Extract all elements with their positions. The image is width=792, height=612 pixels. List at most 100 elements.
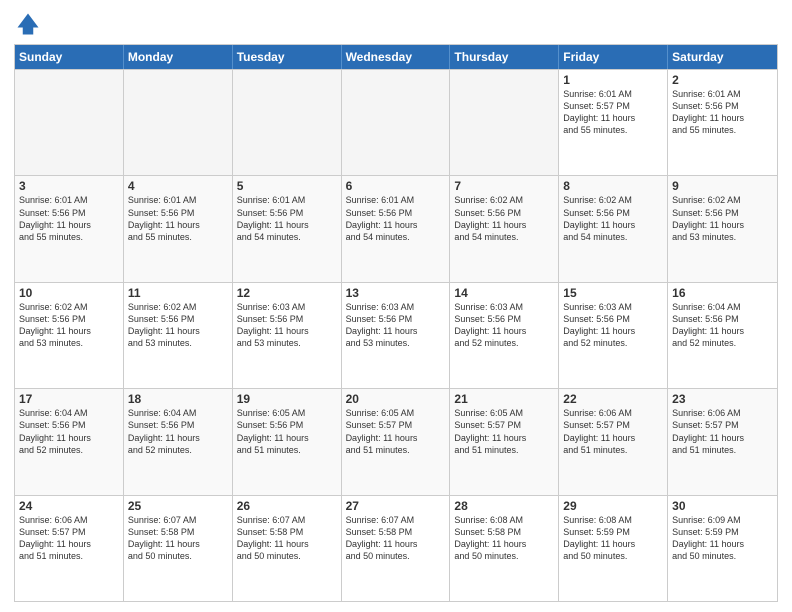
day-number: 26	[237, 499, 337, 513]
day-info: Sunrise: 6:01 AM Sunset: 5:56 PM Dayligh…	[237, 194, 337, 243]
cal-cell-r3-c2: 11Sunrise: 6:02 AM Sunset: 5:56 PM Dayli…	[124, 283, 233, 388]
cal-row-1: 1Sunrise: 6:01 AM Sunset: 5:57 PM Daylig…	[15, 69, 777, 175]
day-number: 19	[237, 392, 337, 406]
day-info: Sunrise: 6:01 AM Sunset: 5:56 PM Dayligh…	[672, 88, 773, 137]
day-info: Sunrise: 6:04 AM Sunset: 5:56 PM Dayligh…	[128, 407, 228, 456]
cal-cell-r5-c4: 27Sunrise: 6:07 AM Sunset: 5:58 PM Dayli…	[342, 496, 451, 601]
day-info: Sunrise: 6:07 AM Sunset: 5:58 PM Dayligh…	[237, 514, 337, 563]
day-number: 24	[19, 499, 119, 513]
cal-cell-r5-c6: 29Sunrise: 6:08 AM Sunset: 5:59 PM Dayli…	[559, 496, 668, 601]
day-number: 1	[563, 73, 663, 87]
cal-cell-r1-c5	[450, 70, 559, 175]
day-number: 7	[454, 179, 554, 193]
cal-cell-r4-c6: 22Sunrise: 6:06 AM Sunset: 5:57 PM Dayli…	[559, 389, 668, 494]
day-info: Sunrise: 6:01 AM Sunset: 5:56 PM Dayligh…	[346, 194, 446, 243]
cal-cell-r4-c3: 19Sunrise: 6:05 AM Sunset: 5:56 PM Dayli…	[233, 389, 342, 494]
cal-header-thursday: Thursday	[450, 45, 559, 69]
day-number: 29	[563, 499, 663, 513]
day-info: Sunrise: 6:01 AM Sunset: 5:57 PM Dayligh…	[563, 88, 663, 137]
day-number: 23	[672, 392, 773, 406]
cal-cell-r3-c5: 14Sunrise: 6:03 AM Sunset: 5:56 PM Dayli…	[450, 283, 559, 388]
day-info: Sunrise: 6:02 AM Sunset: 5:56 PM Dayligh…	[454, 194, 554, 243]
day-number: 27	[346, 499, 446, 513]
cal-cell-r2-c4: 6Sunrise: 6:01 AM Sunset: 5:56 PM Daylig…	[342, 176, 451, 281]
cal-row-3: 10 Sunrise: 6:02 AM Sunset: 5:56 PM Dayli…	[15, 282, 777, 388]
day-info: Sunrise: 6:03 AM Sunset: 5:56 PM Dayligh…	[237, 301, 337, 350]
cal-header-friday: Friday	[559, 45, 668, 69]
day-number: 11	[128, 286, 228, 300]
day-info: Sunrise: 6:02 AM Sunset: 5:56 PM Dayligh…	[128, 301, 228, 350]
day-number: 4	[128, 179, 228, 193]
day-number: 21	[454, 392, 554, 406]
cal-cell-r3-c1: 10Sunrise: 6:02 AM Sunset: 5:56 PM Dayli…	[15, 283, 124, 388]
cal-cell-r5-c7: 30Sunrise: 6:09 AM Sunset: 5:59 PM Dayli…	[668, 496, 777, 601]
day-number: 10	[19, 286, 119, 300]
day-number: 16	[672, 286, 773, 300]
day-number: 17	[19, 392, 119, 406]
day-info: Sunrise: 6:01 AM Sunset: 5:56 PM Dayligh…	[19, 194, 119, 243]
day-number: 28	[454, 499, 554, 513]
calendar: SundayMondayTuesdayWednesdayThursdayFrid…	[14, 44, 778, 602]
cal-cell-r1-c4	[342, 70, 451, 175]
cal-cell-r2-c2: 4Sunrise: 6:01 AM Sunset: 5:56 PM Daylig…	[124, 176, 233, 281]
cal-header-monday: Monday	[124, 45, 233, 69]
cal-cell-r4-c2: 18Sunrise: 6:04 AM Sunset: 5:56 PM Dayli…	[124, 389, 233, 494]
day-info: Sunrise: 6:05 AM Sunset: 5:57 PM Dayligh…	[454, 407, 554, 456]
cal-cell-r5-c2: 25Sunrise: 6:07 AM Sunset: 5:58 PM Dayli…	[124, 496, 233, 601]
day-info: Sunrise: 6:08 AM Sunset: 5:59 PM Dayligh…	[563, 514, 663, 563]
cal-cell-r3-c6: 15Sunrise: 6:03 AM Sunset: 5:56 PM Dayli…	[559, 283, 668, 388]
cal-cell-r3-c7: 16Sunrise: 6:04 AM Sunset: 5:56 PM Dayli…	[668, 283, 777, 388]
day-number: 12	[237, 286, 337, 300]
day-info: Sunrise: 6:06 AM Sunset: 5:57 PM Dayligh…	[672, 407, 773, 456]
day-number: 5	[237, 179, 337, 193]
day-info: Sunrise: 6:07 AM Sunset: 5:58 PM Dayligh…	[128, 514, 228, 563]
cal-header-wednesday: Wednesday	[342, 45, 451, 69]
cal-cell-r5-c1: 24Sunrise: 6:06 AM Sunset: 5:57 PM Dayli…	[15, 496, 124, 601]
page: SundayMondayTuesdayWednesdayThursdayFrid…	[0, 0, 792, 612]
day-info: Sunrise: 6:02 AM Sunset: 5:56 PM Dayligh…	[563, 194, 663, 243]
day-number: 9	[672, 179, 773, 193]
day-info: Sunrise: 6:09 AM Sunset: 5:59 PM Dayligh…	[672, 514, 773, 563]
day-number: 13	[346, 286, 446, 300]
day-info: Sunrise: 6:06 AM Sunset: 5:57 PM Dayligh…	[563, 407, 663, 456]
day-number: 22	[563, 392, 663, 406]
cal-cell-r1-c3	[233, 70, 342, 175]
day-info: Sunrise: 6:05 AM Sunset: 5:56 PM Dayligh…	[237, 407, 337, 456]
calendar-header-row: SundayMondayTuesdayWednesdayThursdayFrid…	[15, 45, 777, 69]
day-info: Sunrise: 6:01 AM Sunset: 5:56 PM Dayligh…	[128, 194, 228, 243]
day-info: Sunrise: 6:08 AM Sunset: 5:58 PM Dayligh…	[454, 514, 554, 563]
cal-cell-r1-c1	[15, 70, 124, 175]
cal-cell-r4-c4: 20Sunrise: 6:05 AM Sunset: 5:57 PM Dayli…	[342, 389, 451, 494]
day-number: 2	[672, 73, 773, 87]
day-info: Sunrise: 6:04 AM Sunset: 5:56 PM Dayligh…	[672, 301, 773, 350]
day-info: Sunrise: 6:04 AM Sunset: 5:56 PM Dayligh…	[19, 407, 119, 456]
day-number: 30	[672, 499, 773, 513]
cal-header-tuesday: Tuesday	[233, 45, 342, 69]
cal-row-2: 3Sunrise: 6:01 AM Sunset: 5:56 PM Daylig…	[15, 175, 777, 281]
day-number: 3	[19, 179, 119, 193]
day-info: Sunrise: 6:03 AM Sunset: 5:56 PM Dayligh…	[563, 301, 663, 350]
cal-row-5: 24Sunrise: 6:06 AM Sunset: 5:57 PM Dayli…	[15, 495, 777, 601]
cal-cell-r4-c5: 21Sunrise: 6:05 AM Sunset: 5:57 PM Dayli…	[450, 389, 559, 494]
cal-cell-r3-c3: 12Sunrise: 6:03 AM Sunset: 5:56 PM Dayli…	[233, 283, 342, 388]
day-info: Sunrise: 6:07 AM Sunset: 5:58 PM Dayligh…	[346, 514, 446, 563]
cal-cell-r3-c4: 13Sunrise: 6:03 AM Sunset: 5:56 PM Dayli…	[342, 283, 451, 388]
cal-header-sunday: Sunday	[15, 45, 124, 69]
cal-cell-r2-c1: 3Sunrise: 6:01 AM Sunset: 5:56 PM Daylig…	[15, 176, 124, 281]
cal-cell-r2-c6: 8Sunrise: 6:02 AM Sunset: 5:56 PM Daylig…	[559, 176, 668, 281]
day-info: Sunrise: 6:03 AM Sunset: 5:56 PM Dayligh…	[454, 301, 554, 350]
cal-cell-r2-c7: 9Sunrise: 6:02 AM Sunset: 5:56 PM Daylig…	[668, 176, 777, 281]
cal-cell-r2-c5: 7Sunrise: 6:02 AM Sunset: 5:56 PM Daylig…	[450, 176, 559, 281]
logo	[14, 10, 46, 38]
cal-cell-r5-c5: 28Sunrise: 6:08 AM Sunset: 5:58 PM Dayli…	[450, 496, 559, 601]
cal-cell-r2-c3: 5Sunrise: 6:01 AM Sunset: 5:56 PM Daylig…	[233, 176, 342, 281]
calendar-body: 1Sunrise: 6:01 AM Sunset: 5:57 PM Daylig…	[15, 69, 777, 601]
day-number: 6	[346, 179, 446, 193]
day-number: 8	[563, 179, 663, 193]
cal-row-4: 17Sunrise: 6:04 AM Sunset: 5:56 PM Dayli…	[15, 388, 777, 494]
day-info: Sunrise: 6:05 AM Sunset: 5:57 PM Dayligh…	[346, 407, 446, 456]
day-number: 14	[454, 286, 554, 300]
cal-cell-r4-c1: 17Sunrise: 6:04 AM Sunset: 5:56 PM Dayli…	[15, 389, 124, 494]
cal-cell-r4-c7: 23Sunrise: 6:06 AM Sunset: 5:57 PM Dayli…	[668, 389, 777, 494]
logo-icon	[14, 10, 42, 38]
